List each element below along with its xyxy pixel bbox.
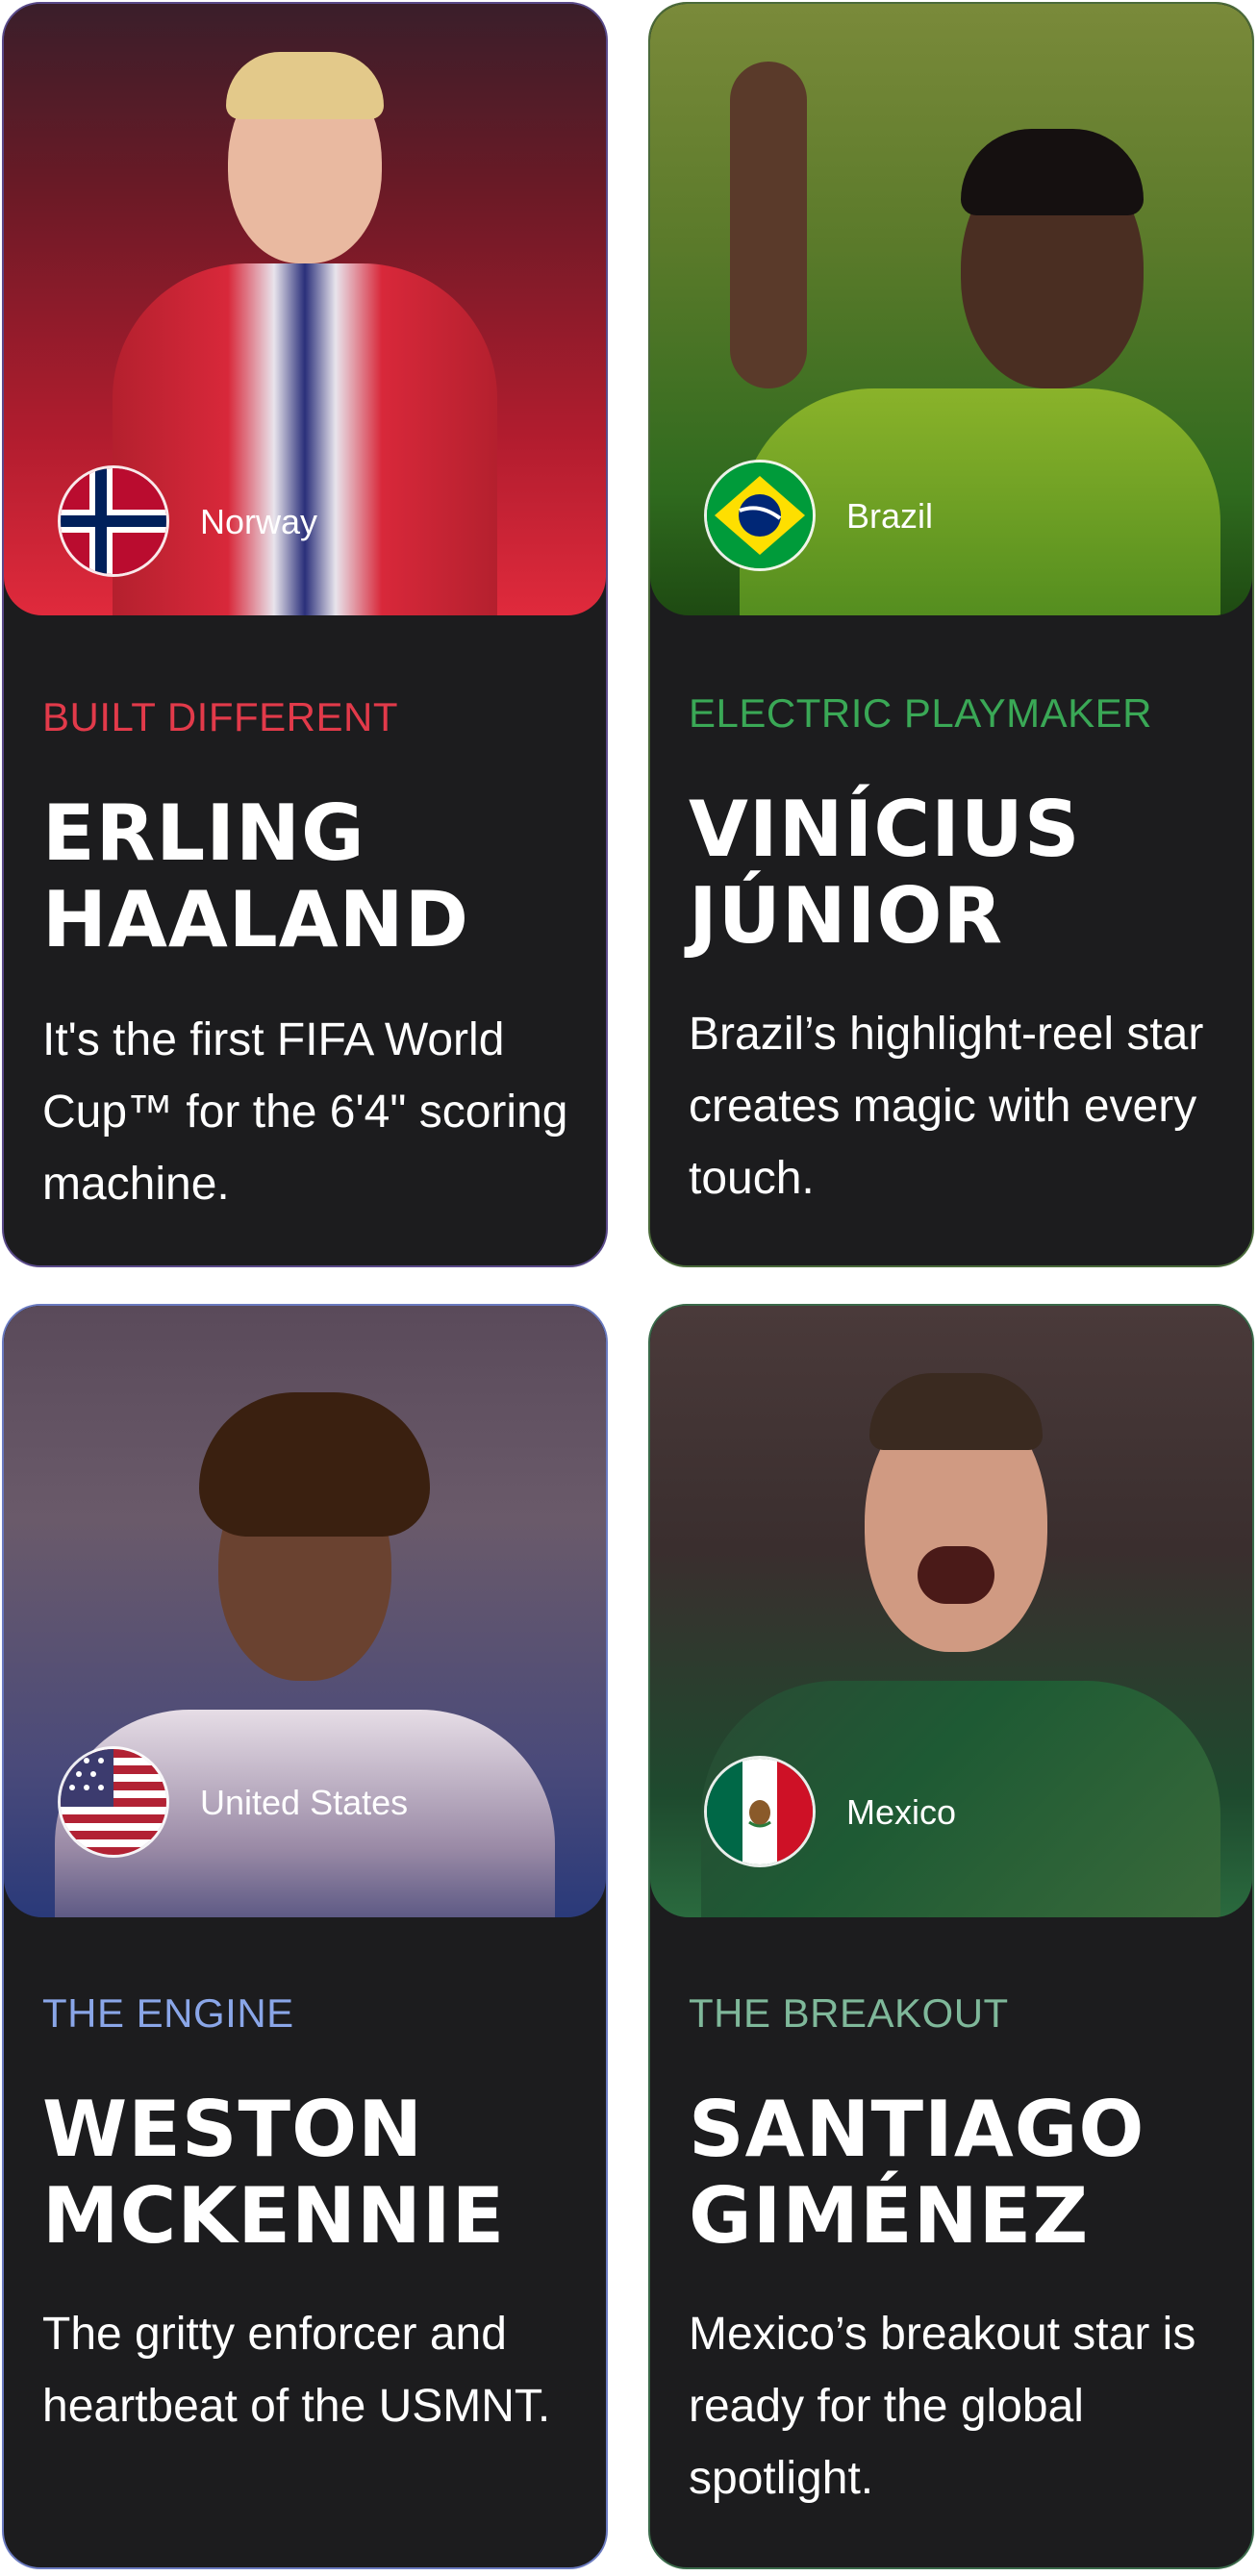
player-tagline: THE ENGINE — [42, 1990, 294, 2036]
country-label: Norway — [200, 502, 318, 541]
player-name: ERLING HAALAND — [42, 788, 470, 964]
player-photo: United States — [4, 1306, 606, 1917]
player-card-gimenez[interactable]: Mexico THE BREAKOUT SANTIAGO GIMÉNEZ Mex… — [648, 1304, 1254, 2569]
brazil-flag-icon — [704, 460, 816, 571]
mexico-flag-icon — [704, 1756, 816, 1867]
player-card-vinicius[interactable]: Brazil ELECTRIC PLAYMAKER VINÍCIUS JÚNIO… — [648, 2, 1254, 1267]
player-card-mckennie[interactable]: United States THE ENGINE WESTON MCKENNIE… — [2, 1304, 608, 2569]
player-name: VINÍCIUS JÚNIOR — [689, 785, 1081, 961]
norway-flag-icon — [58, 465, 169, 577]
player-name: SANTIAGO GIMÉNEZ — [689, 2085, 1145, 2261]
player-description: Mexico’s breakout star is ready for the … — [689, 2309, 1196, 2504]
country-label: United States — [200, 1783, 409, 1822]
player-card-haaland[interactable]: Norway BUILT DIFFERENT ERLING HAALAND It… — [2, 2, 608, 1267]
country-label: Brazil — [846, 496, 934, 536]
player-tagline: BUILT DIFFERENT — [42, 694, 398, 739]
usa-flag-icon — [58, 1746, 169, 1858]
player-photo: Mexico — [650, 1306, 1252, 1917]
player-tagline: THE BREAKOUT — [689, 1990, 1009, 2036]
player-description: It's the first FIFA World Cup™ for the 6… — [42, 1014, 568, 1210]
player-tagline: ELECTRIC PLAYMAKER — [689, 690, 1153, 736]
player-photo: Brazil — [650, 4, 1252, 615]
player-description: The gritty enforcer and heartbeat of the… — [42, 2309, 551, 2432]
country-label: Mexico — [846, 1792, 957, 1832]
player-description: Brazil’s highlight-reel star creates mag… — [689, 1009, 1204, 1204]
player-photo: Norway — [4, 4, 606, 615]
player-name: WESTON MCKENNIE — [42, 2085, 506, 2261]
